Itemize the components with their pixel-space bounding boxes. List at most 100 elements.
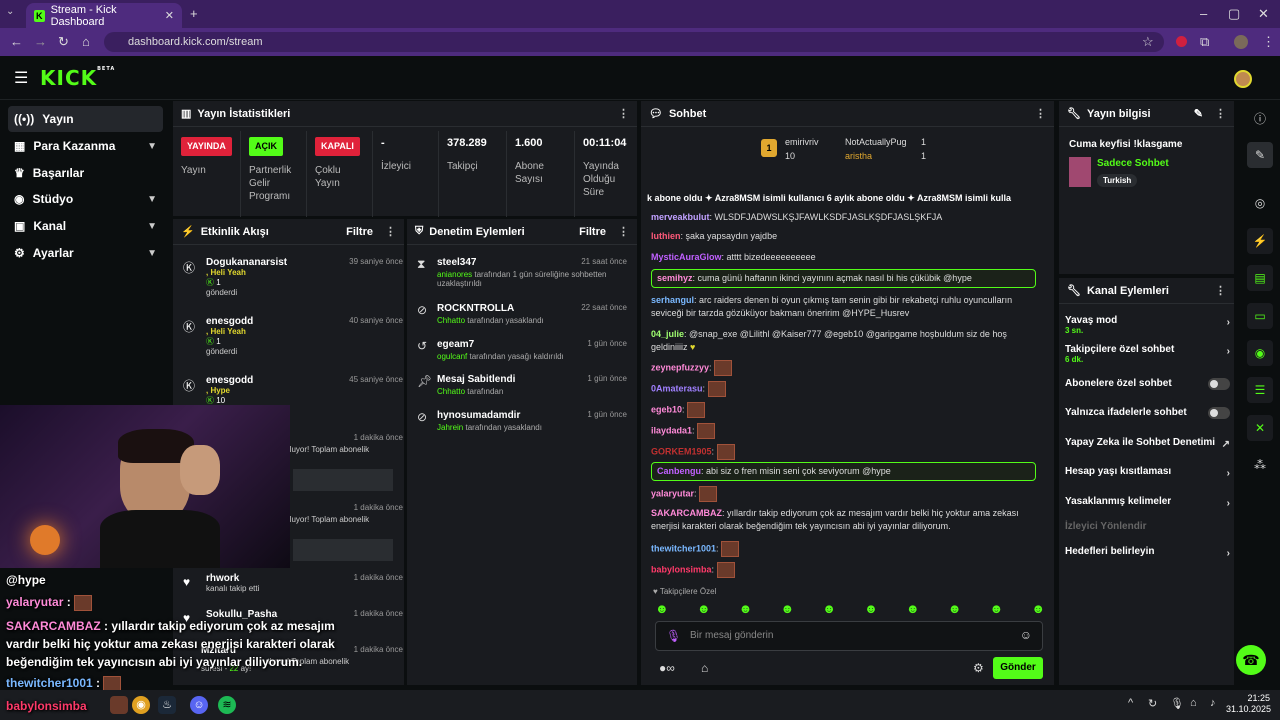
chat-tools-icon[interactable]: ●∞ <box>659 661 675 675</box>
url-input[interactable]: dashboard.kick.com/stream <box>104 32 1164 52</box>
streamer-body <box>100 510 220 568</box>
hamburger-menu-icon[interactable]: ☰ <box>14 68 28 88</box>
sidebar-item-basarilar[interactable]: ♛ Başarılar <box>8 160 163 186</box>
action-set-goals[interactable]: Hedefleri belirleyin › <box>1065 546 1230 559</box>
emote-icon[interactable]: ☻ <box>739 601 753 617</box>
category-name[interactable]: Sadece Sohbet <box>1097 158 1169 169</box>
toggle-switch[interactable] <box>1208 378 1230 390</box>
document-icon[interactable]: ▤ <box>1247 265 1273 291</box>
window-close-icon[interactable]: ✕ <box>1258 0 1269 28</box>
event-bar <box>293 539 393 561</box>
store-icon[interactable]: ⌂ <box>701 661 708 675</box>
emote-icon[interactable]: ☻ <box>990 601 1004 617</box>
emote-icon[interactable]: ☻ <box>1031 601 1045 617</box>
tray-chevron-icon[interactable]: ^ <box>1128 697 1133 709</box>
extension-icon[interactable] <box>1176 36 1187 47</box>
chrome-icon[interactable]: ◉ <box>132 696 150 714</box>
filter-button[interactable]: Filtre <box>346 226 373 238</box>
microphone-icon[interactable]: 🎙︎ <box>666 629 681 643</box>
kebab-menu-icon[interactable]: ⋮ <box>1035 107 1046 120</box>
window-minimize-icon[interactable]: – <box>1200 0 1207 28</box>
emote-icon[interactable]: ☻ <box>697 601 711 617</box>
taskbar-app-icon[interactable] <box>110 696 128 714</box>
sidebar-item-studyo[interactable]: ◉ Stüdyo ▼ <box>8 186 163 212</box>
toggle-switch[interactable] <box>1208 407 1230 419</box>
kebab-menu-icon[interactable]: ⋮ <box>1215 284 1226 297</box>
emote-icon[interactable]: ☻ <box>655 601 669 617</box>
extensions-puzzle-icon[interactable]: ⧉ <box>1200 28 1209 56</box>
bookmark-star-icon[interactable]: ☆ <box>1142 28 1154 56</box>
support-button[interactable]: ☎ <box>1236 645 1266 675</box>
lightning-icon[interactable]: ⚡ <box>1247 228 1273 254</box>
chat-input-box[interactable]: 🎙︎ Bir mesaj gönderin ☺ <box>655 621 1043 651</box>
sidebar-item-para-kazanma[interactable]: ▦ Para Kazanma ▼ <box>8 133 163 159</box>
edit-icon[interactable]: ✎ <box>1194 107 1203 120</box>
emote-icon[interactable]: ☻ <box>906 601 920 617</box>
action-ai-moderation[interactable]: Yapay Zeka ile Sohbet Denetimi ↗ <box>1065 437 1230 450</box>
more-icon[interactable]: ⁂ <box>1247 452 1273 478</box>
action-subscribers-only[interactable]: Abonelere özel sohbet <box>1065 378 1230 390</box>
leader-name[interactable]: NotActuallyPug <box>845 137 907 147</box>
kebab-menu-icon[interactable]: ⋮ <box>618 107 629 120</box>
category-thumbnail[interactable] <box>1069 157 1091 187</box>
steam-icon[interactable]: ♨ <box>158 696 176 714</box>
send-button[interactable]: Gönder <box>993 657 1043 679</box>
tab-close-icon[interactable]: ✕ <box>165 9 174 22</box>
broadcast-icon[interactable]: ◉ <box>1247 340 1273 366</box>
emote-icon[interactable]: ☻ <box>948 601 962 617</box>
emoji-picker-icon[interactable]: ☺ <box>1020 628 1032 642</box>
volume-icon[interactable]: ♪ <box>1210 697 1216 709</box>
status-badge: YAYINDA <box>181 137 232 156</box>
overlay-line: beğendiğim tek yayıncısın abi iyi yayınl… <box>6 655 303 669</box>
chat-icon[interactable]: ▭ <box>1247 303 1273 329</box>
chevron-down-icon: ▼ <box>147 140 157 152</box>
filter-button[interactable]: Filtre <box>579 226 606 238</box>
action-banned-words[interactable]: Yasaklanmış kelimeler › <box>1065 496 1230 509</box>
sidebar-item-yayin[interactable]: ((•)) Yayın <box>8 106 163 132</box>
action-emotes-only[interactable]: Yalnızca ifadelerle sohbet <box>1065 407 1230 419</box>
user-avatar[interactable] <box>1234 70 1252 88</box>
emote-icon[interactable]: ☻ <box>780 601 794 617</box>
kebab-menu-icon[interactable]: ⋮ <box>618 225 629 238</box>
browser-tab[interactable]: K Stream - Kick Dashboard ✕ <box>26 3 182 28</box>
emote-icon[interactable]: ☻ <box>822 601 836 617</box>
network-icon[interactable]: ⌂ <box>1190 697 1197 709</box>
microphone-icon[interactable]: 🎙︎ <box>1170 697 1184 710</box>
action-followers-only[interactable]: Takipçilere özel sohbet 6 dk. › <box>1065 344 1230 364</box>
emote-icon[interactable]: ☻ <box>864 601 878 617</box>
action-slow-mode[interactable]: Yavaş mod 3 sn. › <box>1065 315 1230 335</box>
edit-icon[interactable]: ✎ <box>1247 142 1273 168</box>
tab-search-icon[interactable]: ⌄ <box>6 6 14 17</box>
chat-settings-icon[interactable]: ⚙ <box>973 661 984 675</box>
discord-icon[interactable]: ☺ <box>190 696 208 714</box>
sync-icon[interactable]: ↻ <box>1148 697 1157 710</box>
window-maximize-icon[interactable]: ▢ <box>1228 0 1240 28</box>
sidebar-item-ayarlar[interactable]: ⚙ Ayarlar ▼ <box>8 240 163 266</box>
info-icon[interactable]: ⓘ <box>1247 106 1273 132</box>
leader-name[interactable]: aristha <box>845 151 872 161</box>
action-account-age[interactable]: Hesap yaşı kısıtlaması › <box>1065 466 1230 479</box>
browser-menu-icon[interactable]: ⋮ <box>1262 28 1275 56</box>
tag-chip[interactable]: Turkish <box>1097 174 1138 187</box>
kebab-menu-icon[interactable]: ⋮ <box>1215 107 1226 120</box>
kebab-menu-icon[interactable]: ⋮ <box>385 225 396 238</box>
kick-logo[interactable]: KICKBETA <box>40 66 115 90</box>
new-tab-icon[interactable]: + <box>190 0 198 28</box>
back-icon[interactable]: ← <box>10 28 23 56</box>
wrench-icon[interactable]: ✕ <box>1247 415 1273 441</box>
external-link-icon: ↗ <box>1221 439 1230 450</box>
spotify-icon[interactable]: ≋ <box>218 696 236 714</box>
clock[interactable]: 21:25 31.10.2025 <box>1226 693 1271 715</box>
sidebar-item-kanal[interactable]: ▣ Kanal ▼ <box>8 213 163 239</box>
profile-avatar[interactable] <box>1234 35 1248 49</box>
forward-icon[interactable]: → <box>34 28 47 56</box>
home-icon[interactable]: ⌂ <box>82 28 90 56</box>
reload-icon[interactable]: ↻ <box>58 28 69 56</box>
moderation-action: 📌︎ Mesaj Sabitlendi Chhatto tarafından 1 gü… <box>417 374 627 396</box>
target-icon[interactable]: ◎ <box>1247 190 1273 216</box>
chat-message: GORKEM1905: <box>651 444 1036 460</box>
users-icon[interactable]: ☰ <box>1247 377 1273 403</box>
chat-panel: 💬︎ Sohbet ⋮ 1 emirivriv 10 NotActuallyPug … <box>640 100 1055 686</box>
event-time: 40 saniye önce <box>349 316 403 325</box>
leader-name[interactable]: emirivriv <box>785 137 819 147</box>
